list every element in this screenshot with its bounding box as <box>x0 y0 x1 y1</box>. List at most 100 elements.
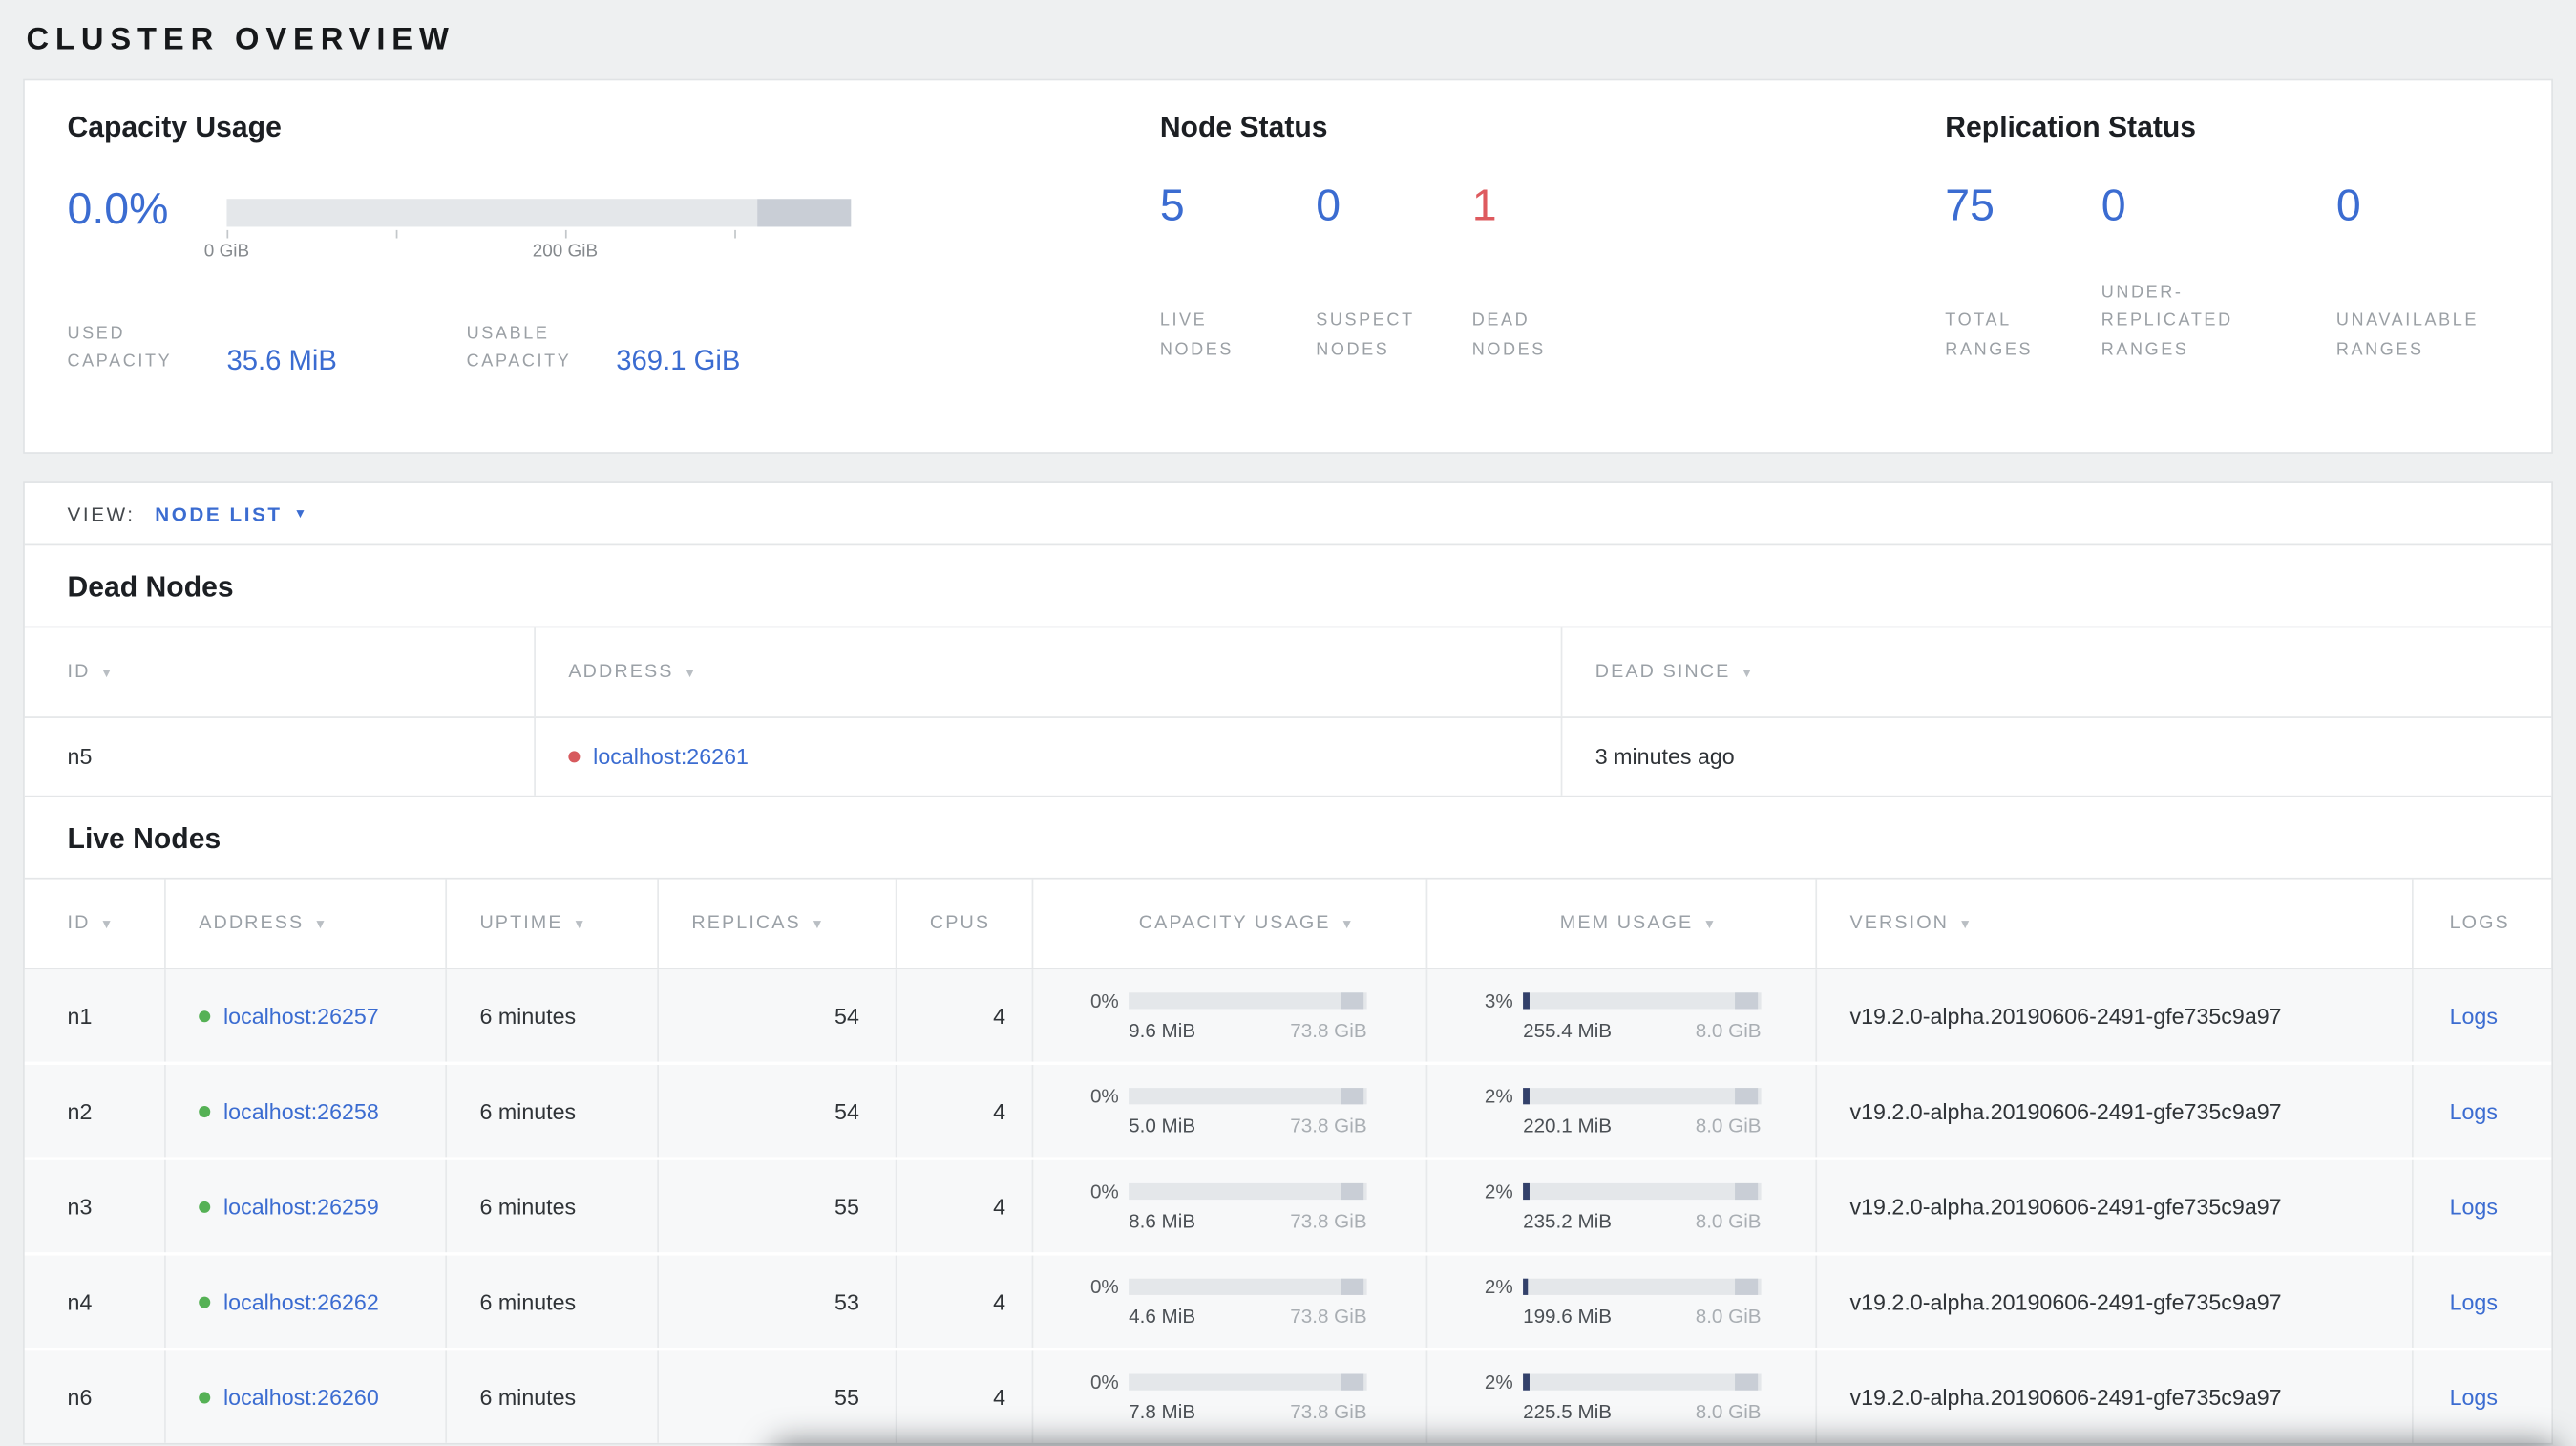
axis-tick <box>734 229 736 239</box>
capacity-usage-cell: 0% 9.6 MiB 73.8 GiB <box>1033 969 1428 1062</box>
logs-link[interactable]: Logs <box>2450 1003 2498 1028</box>
live-nodes-metric: 5 LIVE NODES <box>1160 181 1316 365</box>
mem-used-value: 199.6 MiB <box>1523 1305 1613 1329</box>
usable-capacity-label: USABLE CAPACITY <box>466 323 572 372</box>
dead-nodes-label: DEAD NODES <box>1471 310 1546 360</box>
dead-status-icon <box>568 751 581 763</box>
mem-percent: 2% <box>1484 1084 1513 1108</box>
node-id-cell: n5 <box>25 717 536 796</box>
mem-used-value: 255.4 MiB <box>1523 1018 1613 1042</box>
column-header-mem-usage[interactable]: MEM USAGE ▼ <box>1427 879 1818 968</box>
column-header-replicas[interactable]: REPLICAS ▼ <box>659 879 897 968</box>
mem-bar <box>1523 1278 1762 1295</box>
node-address-cell: localhost:26257 <box>166 969 448 1062</box>
view-selector-bar: VIEW: NODE LIST ▼ <box>24 483 2552 546</box>
mem-bar <box>1523 1373 1762 1391</box>
node-address-link[interactable]: localhost:26261 <box>593 744 749 769</box>
mem-percent: 2% <box>1484 1180 1513 1203</box>
live-nodes-label: LIVE NODES <box>1159 310 1234 360</box>
sort-icon: ▼ <box>313 916 327 931</box>
under-replicated-metric: 0 UNDER-REPLICATED RANGES <box>2101 181 2336 365</box>
dead-nodes-metric: 1 DEAD NODES <box>1472 181 1628 365</box>
node-address-link[interactable]: localhost:26262 <box>223 1289 379 1314</box>
mem-total-value: 8.0 GiB <box>1695 1114 1762 1138</box>
sort-icon: ▼ <box>99 916 114 931</box>
capacity-used-value: 7.8 MiB <box>1129 1400 1196 1424</box>
sort-icon: ▼ <box>1340 916 1354 931</box>
node-status-panel: Node Status 5 LIVE NODES 0 SUSPECT NODES… <box>1160 110 1628 365</box>
column-header-id[interactable]: ID ▼ <box>25 627 536 717</box>
sort-icon: ▼ <box>1740 665 1754 680</box>
mem-total-value: 8.0 GiB <box>1695 1305 1762 1329</box>
used-capacity-label: USED CAPACITY <box>67 323 173 372</box>
replication-status-title: Replication Status <box>1945 110 2197 143</box>
capacity-total-value: 73.8 GiB <box>1290 1400 1367 1424</box>
logs-link[interactable]: Logs <box>2450 1289 2498 1314</box>
sort-icon: ▼ <box>572 916 586 931</box>
mem-max-marker <box>1735 1278 1759 1295</box>
uptime-cell: 6 minutes <box>447 1350 660 1443</box>
column-header-cpus: CPUS <box>897 879 1034 968</box>
capacity-percent: 0% <box>1089 1180 1119 1203</box>
capacity-total-value: 73.8 GiB <box>1290 1114 1367 1138</box>
mem-used-value: 235.2 MiB <box>1523 1209 1613 1233</box>
cpus-cell: 4 <box>897 1255 1034 1348</box>
column-header-dead-since[interactable]: DEAD SINCE ▼ <box>1562 627 2551 716</box>
mem-usage-cell: 2% 220.1 MiB 8.0 GiB <box>1427 1065 1818 1158</box>
mem-max-marker <box>1735 992 1759 1010</box>
node-address-link[interactable]: localhost:26260 <box>223 1385 379 1410</box>
table-row: n3 localhost:26259 6 minutes 55 4 0% 8.6… <box>24 1159 2552 1256</box>
uptime-cell: 6 minutes <box>447 1065 660 1158</box>
node-address-link[interactable]: localhost:26257 <box>223 1003 379 1028</box>
capacity-usage-cell: 0% 5.0 MiB 73.8 GiB <box>1033 1065 1428 1158</box>
logs-cell: Logs <box>2414 1350 2552 1442</box>
unavailable-ranges-metric: 0 UNAVAILABLE RANGES <box>2336 181 2533 365</box>
logs-link[interactable]: Logs <box>2450 1385 2498 1410</box>
version-cell: v19.2.0-alpha.20190606-2491-gfe735c9a97 <box>1817 1065 2414 1158</box>
column-header-logs: LOGS <box>2449 913 2510 934</box>
used-capacity-value: 35.6 MiB <box>226 344 337 376</box>
uptime-cell: 6 minutes <box>447 1255 660 1348</box>
node-id-cell: n3 <box>25 1159 166 1253</box>
under-replicated-label: UNDER-REPLICATED RANGES <box>2101 283 2233 360</box>
dead-nodes-header-row: ID ▼ ADDRESS ▼ DEAD SINCE ▼ <box>24 626 2552 718</box>
capacity-usage-panel: Capacity Usage 0.0% 0 GiB 200 GiB USED C… <box>68 110 1119 377</box>
column-header-uptime[interactable]: UPTIME ▼ <box>447 879 660 968</box>
capacity-bar-max <box>757 199 852 227</box>
live-status-icon <box>199 1105 211 1117</box>
cluster-overview-page: CLUSTER OVERVIEW Capacity Usage 0.0% 0 G… <box>0 0 2576 1446</box>
replication-status-panel: Replication Status 75 TOTAL RANGES 0 UND… <box>1945 110 2533 365</box>
mem-bar <box>1523 1088 1762 1105</box>
node-address-link[interactable]: localhost:26259 <box>223 1194 379 1219</box>
table-row: n6 localhost:26260 6 minutes 55 4 0% 7.8… <box>24 1350 2552 1443</box>
capacity-percent: 0% <box>1089 1275 1119 1299</box>
logs-cell: Logs <box>2414 1256 2552 1348</box>
logs-link[interactable]: Logs <box>2450 1098 2498 1123</box>
node-address-link[interactable]: localhost:26258 <box>223 1098 379 1123</box>
logs-link[interactable]: Logs <box>2450 1194 2498 1219</box>
table-row: n2 localhost:26258 6 minutes 54 4 0% 5.0… <box>24 1065 2552 1160</box>
logs-cell: Logs <box>2414 969 2552 1061</box>
capacity-max-marker <box>1341 992 1364 1010</box>
column-header-version[interactable]: VERSION ▼ <box>1817 879 2414 968</box>
column-header-capacity-usage[interactable]: CAPACITY USAGE ▼ <box>1033 879 1428 968</box>
capacity-usage-cell: 0% 4.6 MiB 73.8 GiB <box>1033 1255 1428 1348</box>
logs-cell: Logs <box>2414 1065 2552 1157</box>
column-header-id[interactable]: ID ▼ <box>25 879 166 968</box>
page-title: CLUSTER OVERVIEW <box>26 23 455 58</box>
total-ranges-count: 75 <box>1945 181 1995 230</box>
view-dropdown[interactable]: NODE LIST ▼ <box>155 502 306 525</box>
mem-max-marker <box>1735 1088 1759 1105</box>
column-header-address[interactable]: ADDRESS ▼ <box>166 879 448 968</box>
mem-total-value: 8.0 GiB <box>1695 1400 1762 1424</box>
capacity-percent: 0.0% <box>67 183 169 234</box>
axis-tick <box>395 229 398 239</box>
mem-percent: 2% <box>1484 1275 1513 1299</box>
replicas-cell: 55 <box>659 1350 897 1443</box>
total-ranges-label: TOTAL RANGES <box>1945 310 2034 360</box>
sort-icon: ▼ <box>1958 916 1973 931</box>
capacity-used-value: 5.0 MiB <box>1129 1114 1196 1138</box>
version-cell: v19.2.0-alpha.20190606-2491-gfe735c9a97 <box>1817 1255 2414 1348</box>
node-address-cell: localhost:26258 <box>166 1065 448 1158</box>
column-header-address[interactable]: ADDRESS ▼ <box>536 627 1563 717</box>
